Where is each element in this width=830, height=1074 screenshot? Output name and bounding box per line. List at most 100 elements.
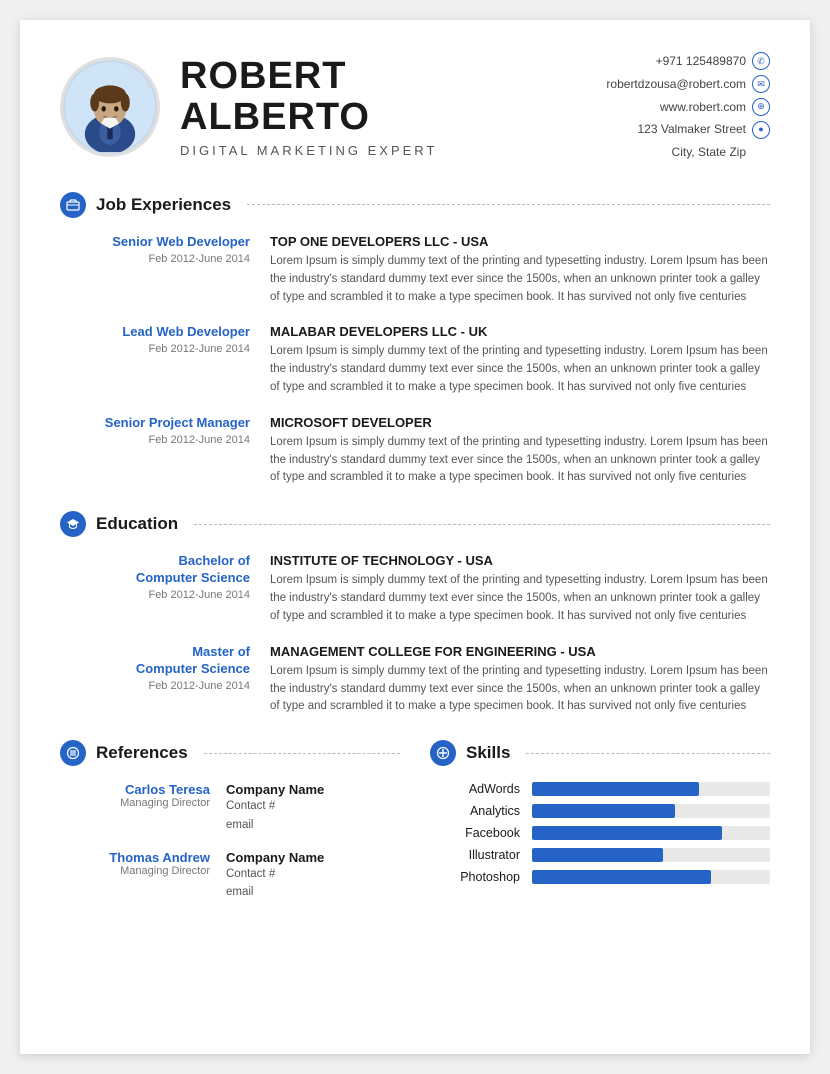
experience-icon [60, 192, 86, 218]
skills-title: Skills [466, 743, 510, 763]
skill-row: Photoshop [430, 870, 770, 884]
education-section-header: Education [60, 511, 770, 537]
reference-company: Company Name [226, 782, 400, 797]
skills-icon [430, 740, 456, 766]
full-name: ROBERTALBERTO [180, 56, 606, 140]
experience-divider [247, 204, 770, 205]
education-entry-right: INSTITUTE OF TECHNOLOGY - USALorem Ipsum… [270, 553, 770, 625]
experience-entry-left: Lead Web Developer Feb 2012-June 2014 [70, 324, 250, 396]
education-company: INSTITUTE OF TECHNOLOGY - USA [270, 553, 770, 568]
contact-city-row: City, State Zip ● [606, 141, 770, 164]
reference-entry: Thomas Andrew Managing Director Company … [70, 850, 400, 902]
skill-bar-bg [532, 870, 770, 884]
experience-entry-right: MICROSOFT DEVELOPERLorem Ipsum is simply… [270, 415, 770, 487]
reference-left: Thomas Andrew Managing Director [70, 850, 210, 902]
email-icon: ✉ [752, 75, 770, 93]
education-role: Master ofComputer Science [70, 644, 250, 678]
skills-section: Skills AdWords Analytics Facebook Illust… [430, 740, 770, 918]
experience-date: Feb 2012-June 2014 [70, 434, 250, 446]
skill-bar-bg [532, 782, 770, 796]
education-entries: Bachelor ofComputer Science Feb 2012-June… [70, 553, 770, 716]
experience-entry-right: TOP ONE DEVELOPERS LLC - USA Lorem Ipsum … [270, 234, 770, 306]
references-section: References Carlos Teresa Managing Direct… [60, 740, 400, 918]
education-date: Feb 2012-June 2014 [70, 589, 250, 601]
skill-bar-fill [532, 804, 675, 818]
email-text: robertdzousa@robert.com [606, 73, 746, 96]
experience-company: MICROSOFT DEVELOPER [270, 415, 770, 430]
experience-role: Senior Project Manager [70, 415, 250, 432]
experience-section: Job Experiences Senior Web DeveloperFeb … [60, 192, 770, 487]
experience-role: Lead Web Developer [70, 324, 250, 341]
education-entry-left: Bachelor ofComputer Science Feb 2012-June… [70, 553, 250, 625]
street-text: 123 Valmaker Street [638, 118, 747, 141]
skill-bar-bg [532, 848, 770, 862]
education-entry-right: MANAGEMENT COLLEGE FOR ENGINEERING - USA… [270, 644, 770, 716]
reference-contact: Contact #email [226, 865, 400, 902]
reference-name: Carlos Teresa [70, 782, 210, 797]
experience-title: Job Experiences [96, 195, 231, 215]
skill-row: Facebook [430, 826, 770, 840]
skill-bar-fill [532, 870, 711, 884]
education-company: MANAGEMENT COLLEGE FOR ENGINEERING - USA [270, 644, 770, 659]
skill-name: Photoshop [430, 870, 520, 884]
skill-bar-bg [532, 826, 770, 840]
website-icon: ⊕ [752, 98, 770, 116]
reference-role: Managing Director [70, 865, 210, 877]
skill-bar-fill [532, 782, 699, 796]
reference-right: Company Name Contact #email [226, 850, 400, 902]
experience-company: MALABAR DEVELOPERS LLC - UK [270, 324, 770, 339]
education-title: Education [96, 514, 178, 534]
website-text: www.robert.com [660, 96, 746, 119]
experience-desc: Lorem Ipsum is simply dummy text of the … [270, 253, 770, 306]
education-icon [60, 511, 86, 537]
experience-date: Feb 2012-June 2014 [70, 253, 250, 265]
job-title: DIGITAL MARKETING EXPERT [180, 143, 606, 158]
skills-list: AdWords Analytics Facebook Illustrator P… [430, 782, 770, 884]
experience-section-header: Job Experiences [60, 192, 770, 218]
references-divider [204, 753, 400, 754]
phone-text: +971 125489870 [656, 50, 746, 73]
education-desc: Lorem Ipsum is simply dummy text of the … [270, 663, 770, 716]
experience-entry-left: Senior Web DeveloperFeb 2012-June 2014 [70, 234, 250, 306]
skills-section-header: Skills [430, 740, 770, 766]
contact-website-row: www.robert.com ⊕ [606, 96, 770, 119]
avatar [60, 57, 160, 157]
skill-name: Analytics [430, 804, 520, 818]
skill-name: Facebook [430, 826, 520, 840]
skill-bar-bg [532, 804, 770, 818]
references-title: References [96, 743, 188, 763]
contact-block: +971 125489870 ✆ robertdzousa@robert.com… [606, 50, 770, 164]
skill-row: Illustrator [430, 848, 770, 862]
bottom-grid: References Carlos Teresa Managing Direct… [60, 740, 770, 942]
name-block: ROBERTALBERTO DIGITAL MARKETING EXPERT [180, 56, 606, 159]
header: ROBERTALBERTO DIGITAL MARKETING EXPERT +… [60, 50, 770, 164]
city-text: City, State Zip [672, 141, 746, 164]
contact-email-row: robertdzousa@robert.com ✉ [606, 73, 770, 96]
skill-bar-fill [532, 848, 663, 862]
experience-entry-right: MALABAR DEVELOPERS LLC - UK Lorem Ipsum i… [270, 324, 770, 396]
experience-date: Feb 2012-June 2014 [70, 343, 250, 355]
references-section-header: References [60, 740, 400, 766]
education-date: Feb 2012-June 2014 [70, 680, 250, 692]
phone-icon: ✆ [752, 52, 770, 70]
experience-company: TOP ONE DEVELOPERS LLC - USA [270, 234, 770, 249]
resume-container: ROBERTALBERTO DIGITAL MARKETING EXPERT +… [20, 20, 810, 1054]
references-icon [60, 740, 86, 766]
education-divider [194, 524, 770, 525]
education-role: Bachelor ofComputer Science [70, 553, 250, 587]
skill-row: Analytics [430, 804, 770, 818]
skill-bar-fill [532, 826, 722, 840]
experience-desc: Lorem Ipsum is simply dummy text of the … [270, 343, 770, 396]
references-entries: Carlos Teresa Managing Director Company … [70, 782, 400, 902]
reference-role: Managing Director [70, 797, 210, 809]
education-section: Education Bachelor ofComputer Science Feb… [60, 511, 770, 716]
reference-right: Company Name Contact #email [226, 782, 400, 834]
skill-row: AdWords [430, 782, 770, 796]
location-icon: ● [752, 121, 770, 139]
skill-name: Illustrator [430, 848, 520, 862]
reference-name: Thomas Andrew [70, 850, 210, 865]
skill-name: AdWords [430, 782, 520, 796]
reference-company: Company Name [226, 850, 400, 865]
skills-divider [526, 753, 770, 754]
reference-entry: Carlos Teresa Managing Director Company … [70, 782, 400, 834]
